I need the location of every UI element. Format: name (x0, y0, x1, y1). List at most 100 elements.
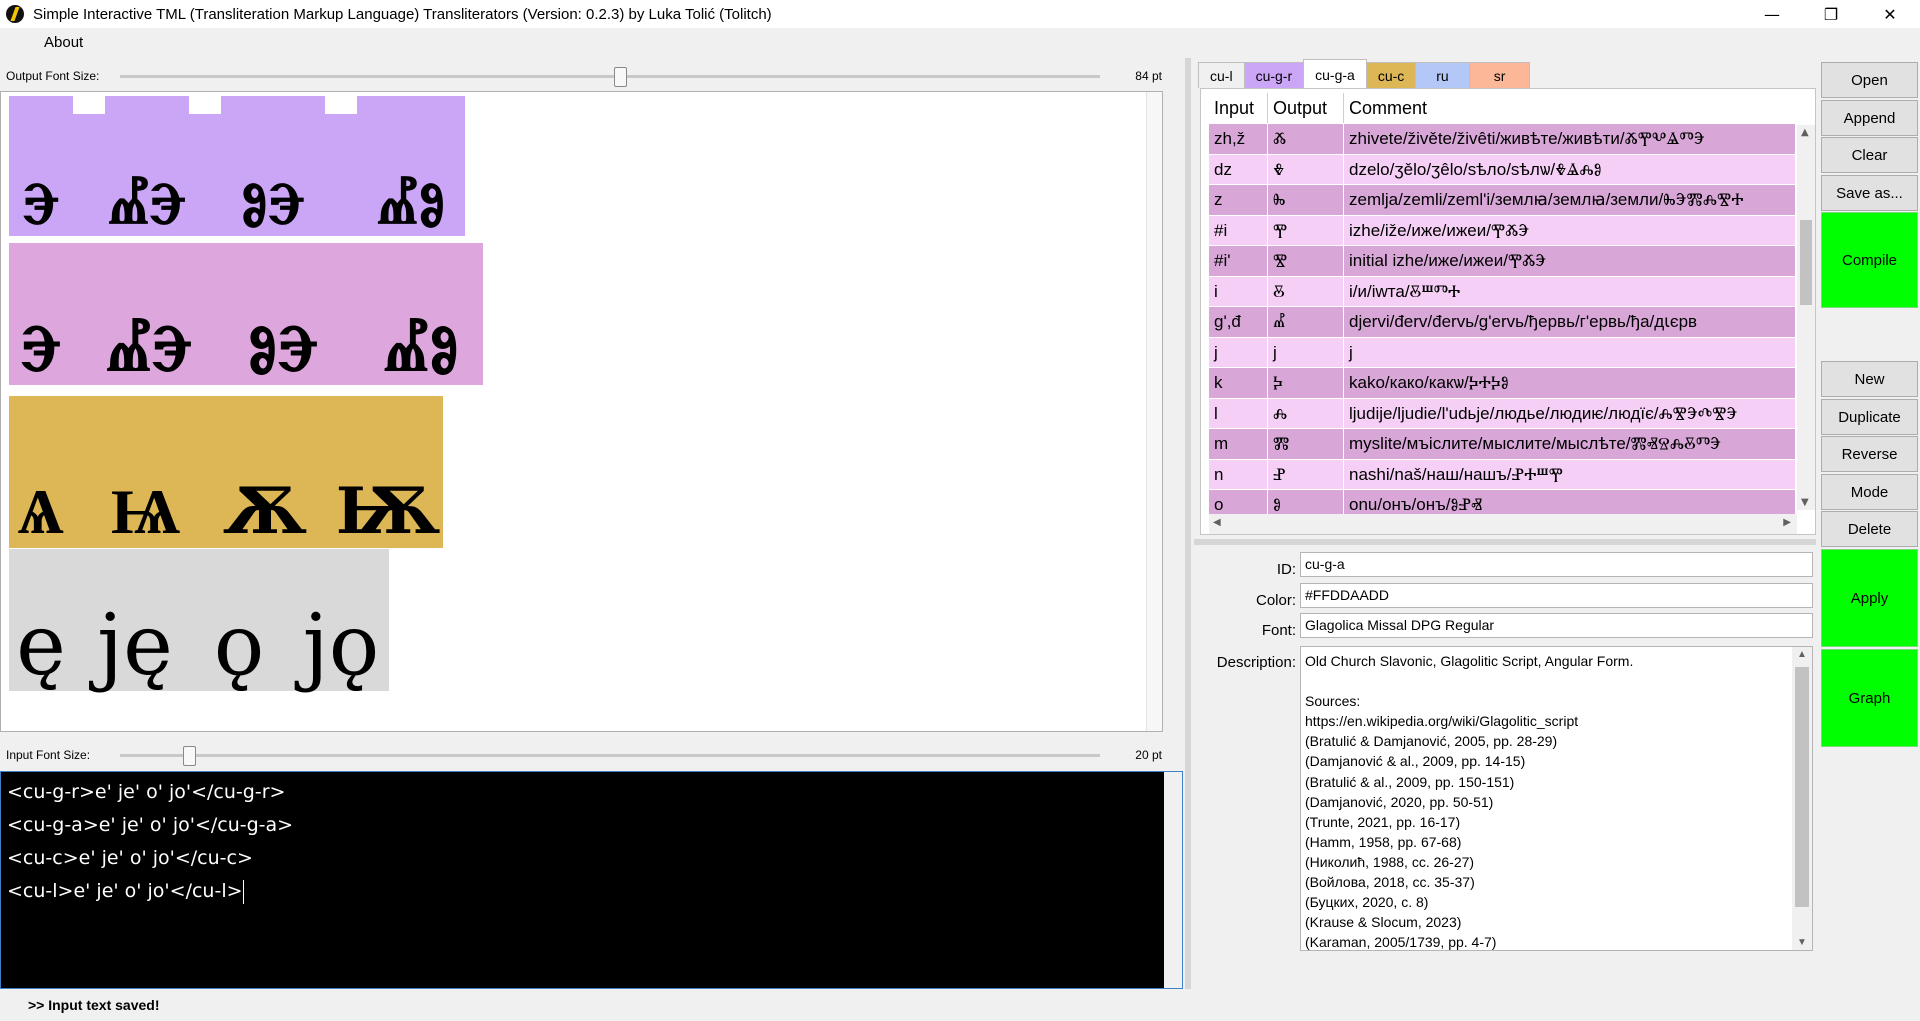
cell-comment[interactable]: initial izhe/иже/ижеи/ⰉⰆⰅ (1344, 246, 1795, 276)
restore-button[interactable]: ❐ (1802, 0, 1860, 28)
table-row[interactable]: m Ⰿmyslite/мъіслите/мыслите/мыслѣте/ⰏⰟⰔⰎⰋ… (1209, 429, 1795, 460)
horizontal-splitter[interactable] (1194, 539, 1816, 545)
tab-cu-l[interactable]: cu-l (1198, 62, 1245, 88)
cell-input[interactable]: #i' (1209, 246, 1268, 276)
clear-button[interactable]: Clear (1821, 137, 1918, 173)
cell-output[interactable]: Ⰺ (1268, 246, 1344, 276)
tab-cu-c[interactable]: cu-c (1365, 62, 1417, 88)
cell-comment[interactable]: i/и/iwта/ⰋⰞⰕⰀ (1344, 277, 1795, 307)
output-scrollbar[interactable] (1146, 92, 1162, 731)
cell-output[interactable]: j (1268, 337, 1344, 368)
cell-comment[interactable]: dzelo/ʒělo/ʒêlo/ѕѣло/ѕѣлѡ/ⰇⰡⰎⰑ (1344, 155, 1795, 185)
close-button[interactable]: ✕ (1861, 0, 1919, 28)
cell-output[interactable]: Ⰾ (1268, 398, 1344, 429)
table-row[interactable]: zh,ž Ⰶzhivete/živěte/živêti/живѣте/живѣти… (1209, 124, 1795, 155)
column-header-input[interactable]: Input (1209, 93, 1268, 123)
cell-comment[interactable]: zemlja/zemli/zeml'i/землꙗ/землꙗ/земли/ⰈⰅ… (1344, 185, 1795, 215)
new-button[interactable]: New (1821, 361, 1918, 397)
cell-input[interactable]: j (1209, 337, 1268, 368)
apply-button[interactable]: Apply (1821, 549, 1918, 647)
table-row[interactable]: i Ⰻi/и/iwта/ⰋⰞⰕⰀ (1209, 276, 1795, 307)
cell-output[interactable]: Ⰽ (1268, 368, 1344, 398)
table-horizontal-scrollbar[interactable]: ◀ ▶ (1209, 514, 1797, 534)
output-font-size-track[interactable] (120, 75, 1100, 78)
table-scroll-thumb[interactable] (1800, 220, 1812, 305)
color-field[interactable]: #FFDDAADD (1300, 583, 1813, 608)
font-field[interactable]: Glagolica Missal DPG Regular (1300, 613, 1813, 638)
table-row[interactable]: n Ⱀnashi/naš/наш/нашъ/ⰐⰀⰞⰉ (1209, 459, 1795, 490)
scroll-down-icon[interactable]: ▼ (1797, 937, 1807, 948)
tab-sr[interactable]: sr (1468, 62, 1531, 88)
scroll-right-icon[interactable]: ▶ (1783, 517, 1791, 528)
open-button[interactable]: Open (1821, 62, 1918, 98)
output-text-area[interactable]: Ⰵ ⰌⰅ ⰑⰅ ⰌⰑ Ⰵ ⰌⰅ ⰑⰅ ⰌⰑ Ѧ Ѩ Ѫ Ѭę ję ǫ jǫ (0, 91, 1163, 732)
cell-comment[interactable]: nashi/naš/наш/нашъ/ⰐⰀⰞⰉ (1344, 460, 1795, 490)
cell-output[interactable]: Ⰹ (1268, 215, 1344, 246)
cell-output[interactable]: Ⰿ (1268, 429, 1344, 459)
compile-button[interactable]: Compile (1821, 212, 1918, 308)
cell-comment[interactable]: j (1344, 338, 1795, 368)
table-row[interactable]: l Ⰾljudije/ljudie/l'udьje/людье/людиѥ/люд… (1209, 398, 1795, 429)
cell-output[interactable]: Ⰶ (1268, 124, 1344, 154)
cell-input[interactable]: zh,ž (1209, 124, 1268, 154)
cell-output[interactable]: Ⰷ (1268, 154, 1344, 185)
cell-input[interactable]: z (1209, 185, 1268, 215)
table-row[interactable]: dz Ⰷdzelo/ʒělo/ʒêlo/ѕѣло/ѕѣлѡ/ⰇⰡⰎⰑ (1209, 154, 1795, 185)
cell-comment[interactable]: kako/како/какѡ/ⰍⰀⰍⰑ (1344, 368, 1795, 398)
scroll-up-icon[interactable]: ▲ (1797, 649, 1807, 660)
cell-comment[interactable]: ljudije/ljudie/l'udьje/людье/людиѥ/людїє… (1344, 399, 1795, 429)
graph-button[interactable]: Graph (1821, 649, 1918, 747)
cell-comment[interactable]: zhivete/živěte/živêti/живѣте/живѣти/ⰆⰉⰂⰡ… (1344, 124, 1795, 154)
append-button[interactable]: Append (1821, 100, 1918, 136)
vertical-splitter[interactable] (1185, 58, 1191, 989)
output-font-size-slider-thumb[interactable] (613, 67, 627, 87)
description-scrollbar[interactable]: ▲ ▼ (1792, 647, 1812, 950)
input-font-size-track[interactable] (120, 754, 1100, 757)
duplicate-button[interactable]: Duplicate (1821, 399, 1918, 435)
scroll-up-icon[interactable]: ▲ (1801, 127, 1809, 138)
cell-output[interactable]: Ⰼ (1268, 307, 1344, 337)
mapping-table[interactable]: Input Output Comment zh,ž Ⰶzhivete/živěte… (1200, 88, 1816, 535)
input-font-size-slider-thumb[interactable] (182, 746, 196, 766)
input-line: <cu-c>e' je' o' jo'</cu-c> (7, 847, 253, 869)
tab-ru[interactable]: ru (1415, 62, 1470, 88)
cell-input[interactable]: l (1209, 398, 1268, 429)
table-row[interactable]: g',đ Ⰼdjervi/đerv/đervь/g'ervь/ђервь/г'ер… (1209, 307, 1795, 338)
save-as-button[interactable]: Save as... (1821, 175, 1918, 211)
input-text-area[interactable]: <cu-g-r>e' je' o' jo'</cu-g-r> <cu-g-a>e… (0, 771, 1183, 989)
table-row[interactable]: jjj (1209, 337, 1795, 368)
cell-comment[interactable]: djervi/đerv/đervь/g'ervь/ђервь/г'ервь/ђa… (1344, 307, 1795, 337)
table-row[interactable]: z Ⰸzemlja/zemli/zeml'i/землꙗ/землꙗ/земли/… (1209, 185, 1795, 216)
column-header-output[interactable]: Output (1268, 93, 1344, 123)
table-row[interactable]: k Ⰽkako/како/какѡ/ⰍⰀⰍⰑ (1209, 368, 1795, 399)
mode-button[interactable]: Mode (1821, 474, 1918, 510)
tab-cu-g-r[interactable]: cu-g-r (1243, 62, 1305, 88)
cell-input[interactable]: g',đ (1209, 307, 1268, 337)
cell-comment[interactable]: izhe/iže/иже/ижеи/ⰉⰆⰅ (1344, 216, 1795, 246)
cell-input[interactable]: dz (1209, 154, 1268, 185)
cell-input[interactable]: n (1209, 459, 1268, 490)
delete-button[interactable]: Delete (1821, 511, 1918, 547)
cell-output[interactable]: Ⱀ (1268, 459, 1344, 490)
cell-input[interactable]: i (1209, 276, 1268, 307)
description-field[interactable]: Old Church Slavonic, Glagolitic Script, … (1300, 646, 1813, 951)
cell-output[interactable]: Ⰸ (1268, 185, 1344, 215)
scroll-left-icon[interactable]: ◀ (1213, 517, 1221, 528)
scroll-down-icon[interactable]: ▼ (1801, 497, 1809, 508)
table-row[interactable]: #i Ⰹizhe/iže/иже/ижеи/ⰉⰆⰅ (1209, 215, 1795, 246)
cell-input[interactable]: #i (1209, 215, 1268, 246)
menu-about[interactable]: About (44, 34, 83, 51)
tab-cu-g-a[interactable]: cu-g-a (1303, 59, 1367, 88)
cell-comment[interactable]: myslite/мъіслите/мыслите/мыслѣте/ⰏⰟⰔⰎⰋⰕⰅ (1344, 429, 1795, 459)
table-vertical-scrollbar[interactable]: ▲ ▼ (1797, 125, 1815, 510)
id-field[interactable]: cu-g-a (1300, 552, 1813, 577)
description-scroll-thumb[interactable] (1795, 667, 1809, 907)
cell-output[interactable]: Ⰻ (1268, 276, 1344, 307)
cell-input[interactable]: m (1209, 429, 1268, 459)
minimize-button[interactable]: — (1743, 0, 1801, 28)
input-scrollbar[interactable] (1164, 772, 1182, 988)
column-header-comment[interactable]: Comment (1344, 93, 1795, 123)
reverse-button[interactable]: Reverse (1821, 436, 1918, 472)
cell-input[interactable]: k (1209, 368, 1268, 398)
table-row[interactable]: #i' Ⰺinitial izhe/иже/ижеи/ⰉⰆⰅ (1209, 246, 1795, 277)
